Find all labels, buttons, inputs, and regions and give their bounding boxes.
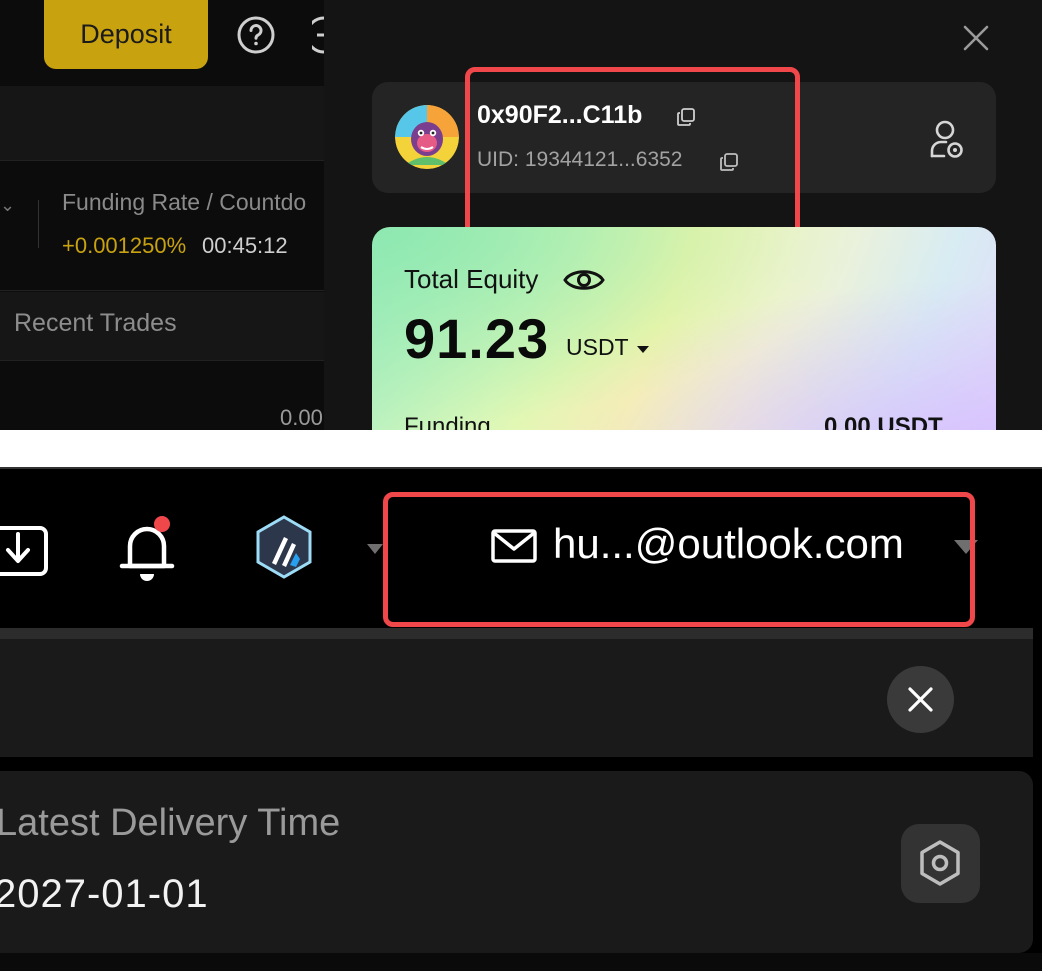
chevron-down-icon: ⌄: [0, 195, 16, 215]
bell-icon[interactable]: [118, 514, 178, 582]
highlight-box: [465, 67, 800, 237]
arbitrum-icon[interactable]: [254, 515, 314, 579]
divider: [0, 628, 1033, 639]
total-equity-value: 91.23: [404, 307, 550, 370]
footer-strip: [0, 953, 1042, 971]
funding-rate-label: Funding Rate / Countdo: [62, 189, 307, 215]
divider: [0, 360, 324, 361]
funding-countdown: 00:45:12: [202, 233, 288, 258]
total-equity-label: Total Equity: [404, 264, 539, 294]
download-icon[interactable]: [0, 514, 50, 580]
close-icon[interactable]: [962, 24, 990, 52]
highlight-box: [383, 492, 975, 627]
separator: [0, 430, 1042, 467]
divider: [0, 467, 1042, 469]
trade-value: 0.00: [280, 405, 323, 430]
tab-recent-trades[interactable]: Recent Trades: [14, 309, 177, 338]
eye-icon[interactable]: [563, 265, 605, 295]
funding-rate-value: +0.001250%: [62, 233, 187, 258]
divider: [0, 160, 324, 161]
caret-down-icon[interactable]: [636, 344, 650, 354]
close-icon[interactable]: [908, 687, 933, 712]
delivery-date: 2027-01-01: [0, 872, 209, 916]
contract-info-row: [0, 86, 324, 160]
caret-down-icon[interactable]: [366, 543, 384, 555]
deposit-button[interactable]: Deposit: [44, 0, 208, 69]
avatar[interactable]: [395, 105, 459, 169]
delivery-time-label: Latest Delivery Time: [0, 802, 341, 844]
divider: [0, 290, 324, 291]
user-gear-icon[interactable]: [928, 118, 966, 160]
divider: [38, 200, 39, 248]
currency-selector[interactable]: USDT: [566, 334, 629, 361]
hexagon-settings-icon[interactable]: [916, 839, 964, 887]
delivery-info-card: [0, 771, 1033, 953]
question-circle-icon[interactable]: [236, 15, 276, 55]
search-row: [0, 639, 1033, 757]
gap: [0, 757, 1042, 771]
